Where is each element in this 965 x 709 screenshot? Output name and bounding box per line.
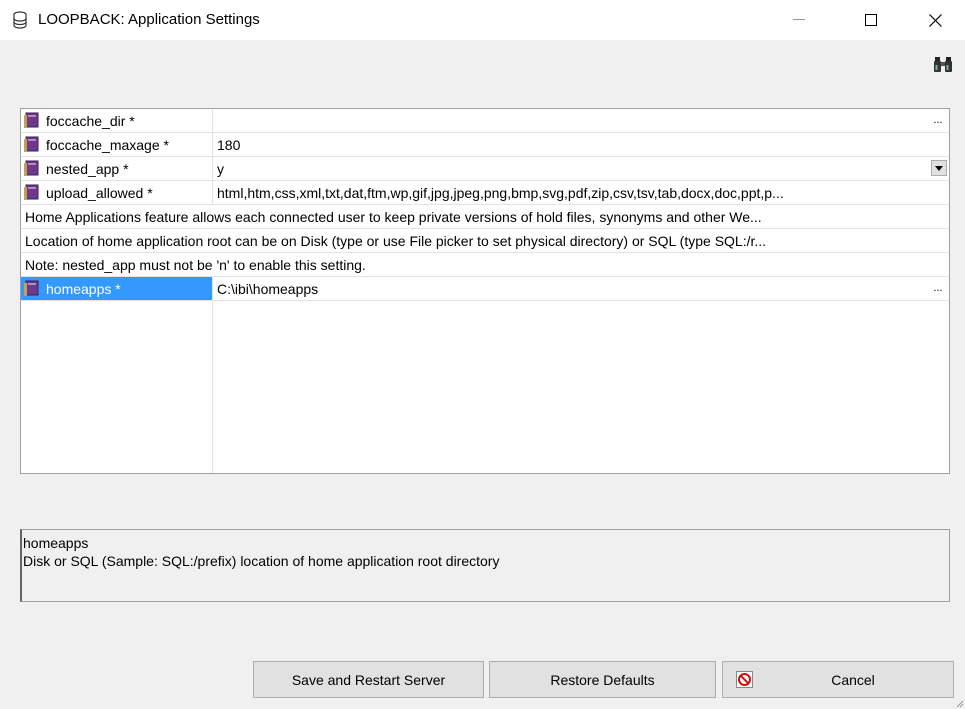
property-row-nested-app[interactable]: nested_app * y <box>21 157 949 181</box>
property-value-input[interactable]: html,htm,css,xml,txt,dat,ftm,wp,gif,jpg,… <box>213 181 949 204</box>
save-restart-label: Save and Restart Server <box>291 671 446 688</box>
property-row-homeapps[interactable]: homeapps * C:\ibi\homeapps ... <box>21 277 949 301</box>
restore-defaults-button[interactable]: Restore Defaults <box>489 661 716 698</box>
property-book-icon <box>24 160 39 176</box>
cancel-button[interactable]: Cancel <box>722 661 954 698</box>
minimize-button[interactable] <box>776 0 822 40</box>
restore-defaults-label: Restore Defaults <box>550 671 655 688</box>
property-value-input[interactable] <box>213 109 949 132</box>
close-icon <box>928 13 942 27</box>
property-row-foccache-maxage[interactable]: foccache_maxage * 180 <box>21 133 949 157</box>
property-label: nested_app * <box>46 160 129 177</box>
binoculars-icon[interactable] <box>933 55 953 73</box>
property-name[interactable]: foccache_maxage * <box>21 133 212 156</box>
info-row: Location of home application root can be… <box>21 229 949 253</box>
resize-grip-icon[interactable] <box>954 698 964 708</box>
property-name[interactable]: upload_allowed * <box>21 181 212 204</box>
cancel-label: Cancel <box>831 671 875 688</box>
property-row-upload-allowed[interactable]: upload_allowed * html,htm,css,xml,txt,da… <box>21 181 949 205</box>
dropdown-button[interactable] <box>931 160 947 176</box>
info-text: Location of home application root can be… <box>21 229 949 252</box>
property-book-icon <box>24 184 39 200</box>
cancel-icon <box>736 671 753 688</box>
browse-button[interactable]: ... <box>930 113 946 129</box>
property-book-icon <box>24 112 39 128</box>
property-row-foccache-dir[interactable]: foccache_dir * ... <box>21 109 949 133</box>
browse-button[interactable]: ... <box>930 281 946 297</box>
property-label: homeapps * <box>46 280 121 297</box>
minimize-icon <box>793 19 805 20</box>
info-row: Note: nested_app must not be 'n' to enab… <box>21 253 949 277</box>
property-value-input[interactable]: 180 <box>213 133 949 156</box>
property-value-input[interactable]: C:\ibi\homeapps <box>213 277 949 300</box>
property-label: foccache_dir * <box>46 112 135 129</box>
chevron-down-icon <box>935 165 943 171</box>
database-icon <box>13 11 27 29</box>
maximize-icon <box>865 14 877 26</box>
close-button[interactable] <box>912 0 958 40</box>
property-book-icon <box>24 136 39 152</box>
description-title: homeapps <box>23 535 89 551</box>
window-title: LOOPBACK: Application Settings <box>38 11 260 28</box>
settings-grid: foccache_dir * ... foccache_maxage * 180… <box>20 108 950 474</box>
description-panel: homeapps Disk or SQL (Sample: SQL:/prefi… <box>20 529 950 602</box>
property-name[interactable]: nested_app * <box>21 157 212 180</box>
save-restart-button[interactable]: Save and Restart Server <box>253 661 484 698</box>
info-text: Note: nested_app must not be 'n' to enab… <box>21 253 949 276</box>
title-bar: LOOPBACK: Application Settings <box>0 0 965 40</box>
property-name[interactable]: homeapps * <box>21 277 212 300</box>
property-book-icon <box>24 280 39 296</box>
property-value-select[interactable]: y <box>213 157 949 180</box>
property-label: upload_allowed * <box>46 184 153 201</box>
description-text: Disk or SQL (Sample: SQL:/prefix) locati… <box>23 553 500 569</box>
maximize-button[interactable] <box>848 0 894 40</box>
property-label: foccache_maxage * <box>46 136 169 153</box>
property-name[interactable]: foccache_dir * <box>21 109 212 132</box>
info-text: Home Applications feature allows each co… <box>21 205 949 228</box>
info-row: Home Applications feature allows each co… <box>21 205 949 229</box>
